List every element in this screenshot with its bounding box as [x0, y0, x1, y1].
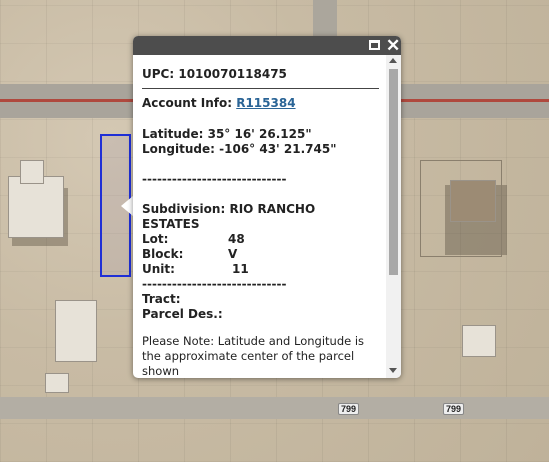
- account-row: Account Info: R115384: [142, 96, 386, 111]
- parcel-des-row: Parcel Des.:: [142, 307, 223, 321]
- popup-pointer: [121, 196, 133, 216]
- dashed-divider: -----------------------------: [142, 172, 287, 186]
- block-label: Block:: [142, 247, 184, 261]
- latitude-label: Latitude:: [142, 127, 204, 141]
- subdivision-row: Subdivision: RIO RANCHO: [142, 202, 386, 217]
- lot-label: Lot:: [142, 232, 169, 246]
- yard-wall: [420, 160, 502, 257]
- subdivision-row-cont: ESTATES: [142, 217, 200, 231]
- dashed-divider: -----------------------------: [142, 277, 287, 291]
- popup-scrollbar[interactable]: [386, 55, 401, 378]
- longitude-label: Longitude:: [142, 142, 215, 156]
- block-row: Block: V: [142, 247, 386, 262]
- lot-row: Lot: 48: [142, 232, 386, 247]
- maximize-icon[interactable]: [369, 40, 380, 50]
- parcel-info-popup: ✕ UPC: 1010070118475 Account Info: R1153…: [133, 36, 401, 378]
- scroll-thumb[interactable]: [389, 69, 398, 275]
- unit-label: Unit:: [142, 262, 175, 276]
- scroll-up-icon[interactable]: [389, 58, 397, 63]
- longitude-value: -106° 43' 21.745": [219, 142, 337, 156]
- subdivision-value: RIO RANCHO: [229, 202, 316, 216]
- scroll-down-icon[interactable]: [389, 368, 397, 373]
- latitude-value: 35° 16' 26.125": [207, 127, 312, 141]
- unit-row: Unit: 11: [142, 262, 386, 277]
- house: [8, 176, 64, 238]
- divider: [142, 88, 379, 89]
- upc-row: UPC: 1010070118475: [142, 67, 386, 82]
- road-label: 799: [443, 403, 465, 415]
- block-value: V: [228, 247, 238, 261]
- account-link[interactable]: R115384: [236, 96, 295, 110]
- road-label: 799: [338, 403, 360, 415]
- house: [20, 160, 44, 184]
- upc-value: 1010070118475: [178, 67, 287, 81]
- tract-row: Tract:: [142, 292, 181, 306]
- house: [45, 373, 69, 393]
- longitude-row: Longitude: -106° 43' 21.745": [142, 142, 386, 157]
- house: [462, 325, 496, 357]
- account-label: Account Info:: [142, 96, 233, 110]
- popup-header: ✕: [133, 36, 401, 55]
- subdivision-label: Subdivision:: [142, 202, 226, 216]
- lot-value: 48: [228, 232, 245, 246]
- coordinates-note: Please Note: Latitude and Longitude is t…: [142, 334, 365, 378]
- road: [0, 397, 549, 419]
- upc-label: UPC:: [142, 67, 175, 81]
- unit-value: 11: [232, 262, 249, 276]
- latitude-row: Latitude: 35° 16' 26.125": [142, 127, 386, 142]
- road: [313, 0, 337, 40]
- close-icon[interactable]: ✕: [386, 36, 400, 55]
- popup-content: UPC: 1010070118475 Account Info: R115384…: [133, 55, 386, 378]
- house: [55, 300, 97, 362]
